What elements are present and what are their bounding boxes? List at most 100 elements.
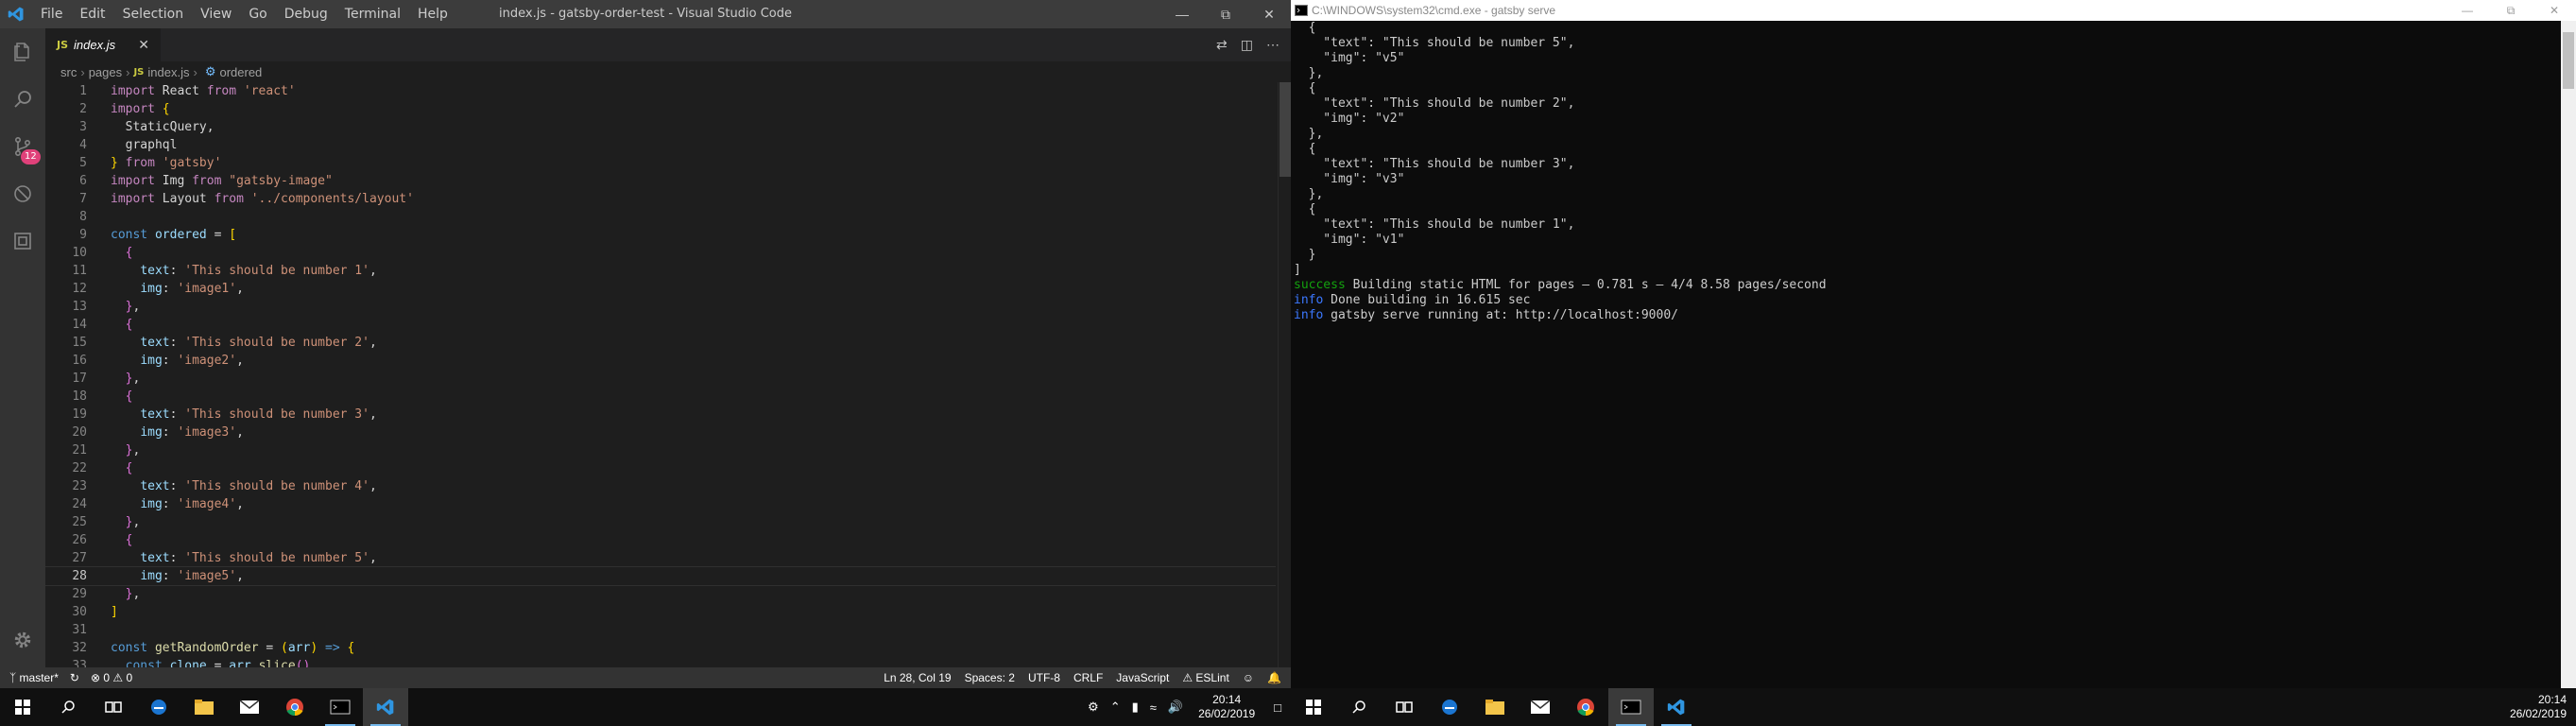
cmd-icon[interactable] [318, 688, 363, 726]
people-icon[interactable]: ⚙ [1082, 700, 1105, 715]
code-line[interactable]: 21 }, [45, 441, 1276, 459]
search-icon[interactable] [1336, 688, 1382, 726]
more-actions-icon[interactable]: ⋯ [1266, 37, 1279, 53]
code-line[interactable]: 14 { [45, 316, 1276, 334]
menu-terminal[interactable]: Terminal [336, 0, 409, 28]
code-line[interactable]: 19 text: 'This should be number 3', [45, 406, 1276, 424]
edge-icon[interactable] [136, 688, 181, 726]
search-icon[interactable] [45, 688, 91, 726]
vscode-icon[interactable] [363, 688, 408, 726]
start-icon[interactable] [1291, 688, 1336, 726]
menu-go[interactable]: Go [240, 0, 275, 28]
code-line[interactable]: 26 { [45, 531, 1276, 549]
close-button[interactable]: ✕ [2533, 0, 2576, 21]
gear-icon[interactable] [0, 616, 45, 664]
code-line[interactable]: 29 }, [45, 585, 1276, 603]
git-branch[interactable]: ᛉ master* [9, 671, 59, 684]
code-line[interactable]: 10 { [45, 244, 1276, 262]
code-line[interactable]: 32 const getRandomOrder = (arr) => { [45, 639, 1276, 657]
scroll-thumb[interactable] [2563, 32, 2574, 89]
language-mode[interactable]: JavaScript [1116, 671, 1169, 684]
open-changes-icon[interactable]: ⇄ [1216, 37, 1228, 53]
notifications-icon[interactable]: 🔔 [1267, 671, 1281, 684]
feedback-icon[interactable]: ☺ [1243, 671, 1254, 684]
task-view-icon[interactable] [1382, 688, 1427, 726]
minimize-button[interactable]: — [1160, 0, 1204, 28]
code-line[interactable]: 31 [45, 621, 1276, 639]
code-line[interactable]: 17 }, [45, 370, 1276, 388]
extensions-icon[interactable] [0, 217, 45, 265]
code-line[interactable]: 27 text: 'This should be number 5', [45, 549, 1276, 567]
code-line[interactable]: 16 img: 'image2', [45, 352, 1276, 370]
wifi-icon[interactable]: ≈ [1144, 700, 1162, 715]
cmd-output[interactable]: { "text": "This should be number 5", "im… [1291, 21, 2561, 688]
code-line[interactable]: 5} from 'gatsby' [45, 154, 1276, 172]
breadcrumb-src[interactable]: src [60, 65, 77, 79]
code-line[interactable]: 3 StaticQuery, [45, 118, 1276, 136]
sync-icon[interactable]: ↻ [70, 671, 79, 684]
edge-icon[interactable] [1427, 688, 1472, 726]
menu-file[interactable]: File [32, 0, 71, 28]
volume-icon[interactable]: 🔊 [1162, 700, 1189, 715]
code-line[interactable]: 13 }, [45, 298, 1276, 316]
encoding[interactable]: UTF-8 [1028, 671, 1060, 684]
problems-indicator[interactable]: ⊗ 0 ⚠ 0 [91, 671, 132, 684]
cmd-icon[interactable] [1608, 688, 1654, 726]
minimize-button[interactable]: — [2446, 0, 2489, 21]
code-line[interactable]: 12 img: 'image1', [45, 280, 1276, 298]
code-line[interactable]: 7 import Layout from '../components/layou… [45, 190, 1276, 208]
chrome-icon[interactable] [1563, 688, 1608, 726]
menu-debug[interactable]: Debug [276, 0, 336, 28]
line-ending[interactable]: CRLF [1073, 671, 1103, 684]
breadcrumb-symbol[interactable]: ordered [219, 65, 262, 79]
code-line[interactable]: 11 text: 'This should be number 1', [45, 262, 1276, 280]
menu-view[interactable]: View [192, 0, 240, 28]
indentation[interactable]: Spaces: 2 [965, 671, 1015, 684]
breadcrumb-pages[interactable]: pages [89, 65, 122, 79]
menu-help[interactable]: Help [409, 0, 456, 28]
code-editor[interactable]: 1 import React from 'react' 2 import {3 Sta… [45, 82, 1276, 667]
explorer-icon[interactable] [0, 28, 45, 76]
scroll-thumb[interactable] [1279, 82, 1291, 177]
code-line[interactable]: 25 }, [45, 513, 1276, 531]
code-line[interactable]: 18 { [45, 388, 1276, 406]
mail-icon[interactable] [227, 688, 272, 726]
code-line[interactable]: 23 text: 'This should be number 4', [45, 477, 1276, 495]
code-line[interactable]: 6 import Img from "gatsby-image" [45, 172, 1276, 190]
menu-selection[interactable]: Selection [114, 0, 193, 28]
restore-button[interactable]: ⧉ [2489, 0, 2533, 21]
battery-icon[interactable]: ▮ [1126, 700, 1144, 715]
code-line[interactable]: 20 img: 'image3', [45, 424, 1276, 441]
code-line[interactable]: 33 const clone = arr.slice() [45, 657, 1276, 667]
code-line[interactable]: 15 text: 'This should be number 2', [45, 334, 1276, 352]
code-line[interactable]: 22 { [45, 459, 1276, 477]
code-line[interactable]: 2 import { [45, 100, 1276, 118]
code-line[interactable]: 4 graphql [45, 136, 1276, 154]
chrome-icon[interactable] [272, 688, 318, 726]
code-line[interactable]: 24 img: 'image4', [45, 495, 1276, 513]
close-button[interactable]: ✕ [1247, 0, 1291, 28]
restore-button[interactable]: ⧉ [1204, 0, 1247, 28]
split-editor-icon[interactable]: ◫ [1241, 37, 1253, 53]
action-center-icon[interactable]: □ [1264, 700, 1291, 715]
tab-index-js[interactable]: JS index.js ✕ [45, 28, 161, 61]
search-icon[interactable] [0, 76, 45, 123]
chevron-up-icon[interactable]: ⌃ [1105, 700, 1126, 715]
code-line[interactable]: 28 img: 'image5', [45, 566, 1276, 586]
editor-scrollbar[interactable] [1278, 82, 1291, 667]
cmd-scrollbar[interactable] [2561, 21, 2576, 688]
menu-edit[interactable]: Edit [71, 0, 113, 28]
eslint-status[interactable]: ⚠ ESLint [1182, 671, 1228, 684]
breadcrumb-file[interactable]: index.js [147, 65, 189, 79]
code-line[interactable]: 1 import React from 'react' [45, 82, 1276, 100]
file-explorer-icon[interactable] [181, 688, 227, 726]
cursor-position[interactable]: Ln 28, Col 19 [884, 671, 951, 684]
code-line[interactable]: 8 [45, 208, 1276, 226]
code-line[interactable]: 30] [45, 603, 1276, 621]
vscode-icon[interactable] [1654, 688, 1699, 726]
task-view-icon[interactable] [91, 688, 136, 726]
clock[interactable]: 20:14 26/02/2019 [2500, 693, 2576, 721]
clock[interactable]: 20:14 26/02/2019 [1189, 693, 1264, 721]
code-line[interactable]: 9 const ordered = [ [45, 226, 1276, 244]
source-control-icon[interactable]: 12 [0, 123, 45, 170]
